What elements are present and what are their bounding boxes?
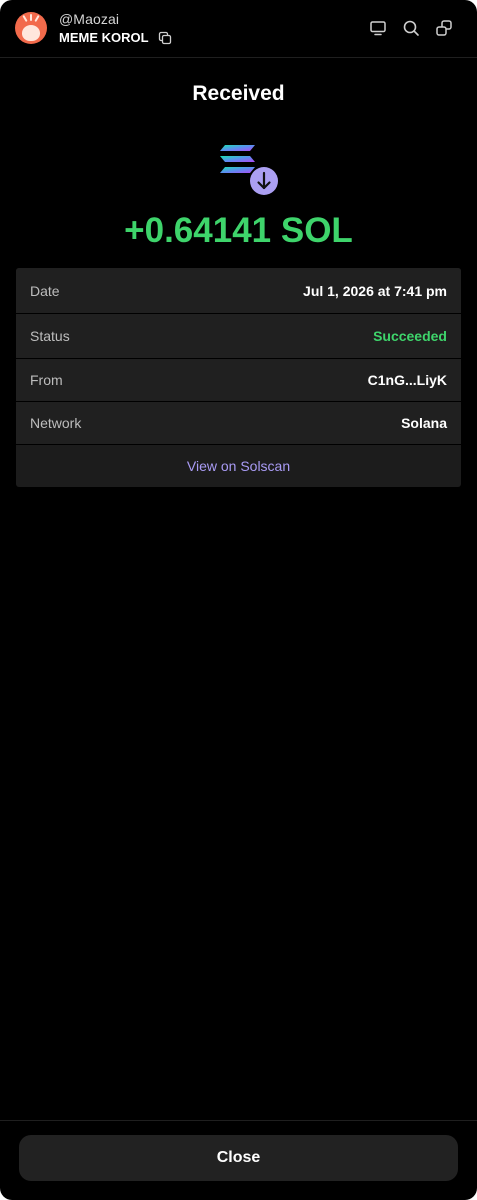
received-amount: +0.64141 SOL <box>124 211 353 250</box>
detail-row-from[interactable]: From C1nG...LiyK <box>16 359 461 402</box>
switch-wallet-icon[interactable] <box>435 19 453 37</box>
detail-label: Network <box>30 415 82 431</box>
detail-label: Date <box>30 283 60 299</box>
transaction-details: Date Jul 1, 2026 at 7:41 pm Status Succe… <box>16 268 461 487</box>
detail-label: From <box>30 372 63 388</box>
view-on-solscan-link[interactable]: View on Solscan <box>16 445 461 487</box>
status-badge: Succeeded <box>373 328 447 344</box>
footer: Close <box>0 1120 477 1200</box>
sender-address[interactable]: C1nG...LiyK <box>368 372 447 388</box>
detail-row-date: Date Jul 1, 2026 at 7:41 pm <box>16 268 461 314</box>
wallet-popup: @Maozai MEME KOROL Received +0.64141 SOL… <box>0 0 477 1200</box>
close-button[interactable]: Close <box>19 1135 458 1181</box>
detail-row-status: Status Succeeded <box>16 314 461 359</box>
detail-row-network: Network Solana <box>16 402 461 445</box>
detail-value: Jul 1, 2026 at 7:41 pm <box>303 283 447 299</box>
detail-label: Status <box>30 328 70 344</box>
monitor-icon[interactable] <box>369 19 387 37</box>
user-handle: @Maozai <box>59 11 120 27</box>
detail-value: Solana <box>401 415 447 431</box>
account-name[interactable]: MEME KOROL <box>59 30 149 45</box>
header: @Maozai MEME KOROL <box>0 0 477 58</box>
page-title: Received <box>192 82 285 105</box>
avatar[interactable] <box>15 12 47 44</box>
search-icon[interactable] <box>402 19 420 37</box>
copy-icon[interactable] <box>158 31 172 45</box>
solana-receive-icon <box>220 145 278 195</box>
